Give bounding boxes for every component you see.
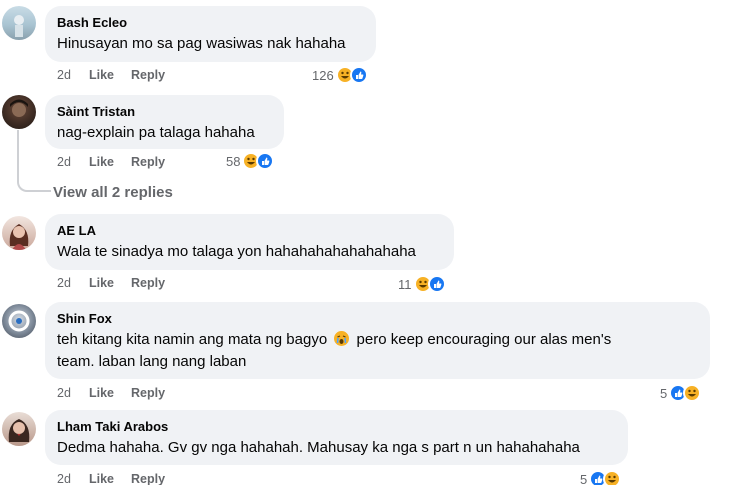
comment-text: teh kitang kita namin ang mata ng bagyo …: [57, 329, 698, 351]
comment-time[interactable]: 2d: [57, 275, 71, 291]
reaction-summary[interactable]: 11: [398, 275, 446, 293]
reaction-count: 11: [398, 276, 412, 292]
avatar[interactable]: [2, 216, 36, 250]
view-replies-link[interactable]: View all 2 replies: [53, 184, 173, 201]
reaction-summary[interactable]: 5: [580, 470, 622, 485]
reaction-summary[interactable]: 126: [312, 66, 368, 84]
avatar-photo-icon: [14, 15, 24, 37]
like-button[interactable]: Like: [89, 471, 114, 485]
like-button[interactable]: Like: [89, 154, 114, 170]
comment-time[interactable]: 2d: [57, 67, 71, 83]
comment-text: Wala te sinadya mo talaga yon hahahahaha…: [57, 243, 416, 260]
avatar-photo-icon: [10, 99, 28, 117]
comment-author[interactable]: Shin Fox: [57, 310, 698, 327]
reply-button[interactable]: Reply: [131, 67, 165, 83]
comment-author[interactable]: Sàint Tristan: [57, 103, 272, 120]
comment-text-line2: team. laban lang nang laban: [57, 353, 247, 370]
comment-bubble: Lham Taki Arabos Dedma hahaha. Gv gv nga…: [45, 410, 628, 465]
like-button[interactable]: Like: [89, 275, 114, 291]
avatar[interactable]: [2, 6, 36, 40]
like-icon: [427, 275, 446, 293]
like-button[interactable]: Like: [89, 67, 114, 83]
avatar[interactable]: [2, 95, 36, 129]
comment-author[interactable]: Lham Taki Arabos: [57, 418, 616, 435]
comment-bubble: Bash Ecleo Hinusayan mo sa pag wasiwas n…: [45, 6, 376, 62]
comment-time[interactable]: 2d: [57, 385, 71, 401]
comment-time[interactable]: 2d: [57, 154, 71, 170]
comment-author[interactable]: AE LA: [57, 222, 442, 239]
like-button[interactable]: Like: [89, 385, 114, 401]
reaction-summary[interactable]: 5: [660, 384, 702, 402]
comment-text-part: pero keep encouraging our alas men's: [356, 331, 612, 348]
like-icon: [349, 66, 368, 84]
reply-button[interactable]: Reply: [131, 275, 165, 291]
comment-author[interactable]: Bash Ecleo: [57, 14, 364, 31]
comment-text: nag-explain pa talaga hahaha: [57, 124, 255, 141]
reply-button[interactable]: Reply: [131, 385, 165, 401]
reply-button[interactable]: Reply: [131, 471, 165, 485]
avatar[interactable]: [2, 412, 36, 446]
comment-text: Hinusayan mo sa pag wasiwas nak hahaha: [57, 35, 346, 52]
reaction-count: 5: [580, 471, 588, 485]
comment-text-part: teh kitang kita namin ang mata ng bagyo: [57, 331, 328, 348]
haha-icon: [683, 384, 702, 402]
avatar[interactable]: [2, 304, 36, 338]
avatar-photo-icon: [9, 224, 29, 250]
crying-emoji-icon: [334, 331, 350, 346]
comment-time[interactable]: 2d: [57, 471, 71, 485]
reaction-count: 126: [312, 67, 334, 83]
reaction-count: 5: [660, 385, 668, 401]
comment-bubble: AE LA Wala te sinadya mo talaga yon haha…: [45, 214, 454, 270]
comment-bubble: Sàint Tristan nag-explain pa talaga haha…: [45, 95, 284, 149]
avatar-photo-icon: [8, 310, 30, 332]
comment-bubble: Shin Fox teh kitang kita namin ang mata …: [45, 302, 710, 379]
avatar-photo-icon: [8, 419, 30, 442]
reaction-count: 58: [226, 153, 241, 169]
like-icon: [256, 152, 275, 170]
reply-button[interactable]: Reply: [131, 154, 165, 170]
haha-icon: [603, 470, 622, 485]
comment-text: Dedma hahaha. Gv gv nga hahahah. Mahusay…: [57, 439, 580, 456]
reaction-summary[interactable]: 58: [226, 152, 275, 170]
